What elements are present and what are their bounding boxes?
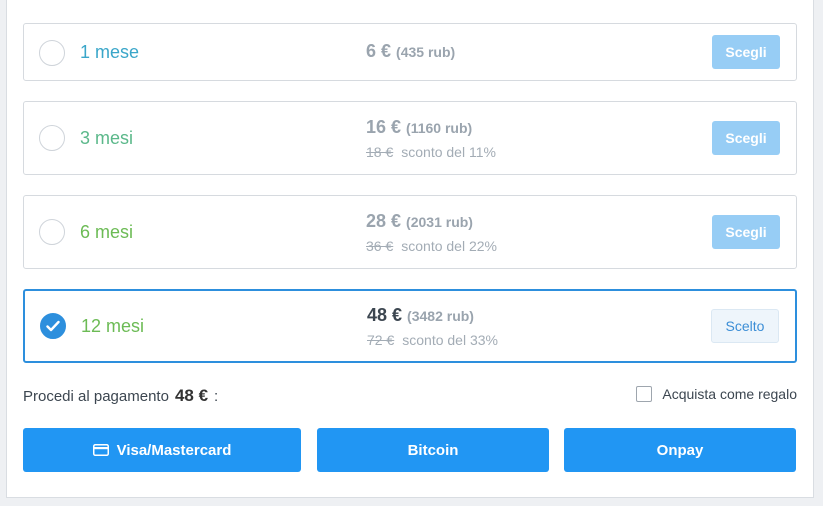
plan-option-6-months[interactable]: 6 mesi 28 € (2031 rub) 36 € sconto del 22%… <box>23 195 797 269</box>
plan-option-1-month[interactable]: 1 mese 6 € (435 rub) Scegli <box>23 23 797 81</box>
choose-button[interactable]: Scegli <box>712 121 780 155</box>
plan-option-3-months[interactable]: 3 mesi 16 € (1160 rub) 18 € sconto del 11%… <box>23 101 797 175</box>
pay-bitcoin-button[interactable]: Bitcoin <box>317 428 549 472</box>
plan-name: 3 mesi <box>80 128 134 148</box>
credit-card-icon <box>92 444 109 456</box>
pay-button-label: Visa/Mastercard <box>116 441 232 459</box>
price: 28 € <box>366 211 402 231</box>
checkout-suffix: : <box>214 388 219 405</box>
plan-name: 12 mesi <box>81 316 145 336</box>
choose-button[interactable]: Scegli <box>712 35 780 69</box>
chosen-button[interactable]: Scelto <box>711 309 779 343</box>
discount-text: sconto del 33% <box>402 332 498 348</box>
pay-button-label: Onpay <box>656 441 704 459</box>
old-price: 18 € <box>366 144 394 160</box>
plan-name: 1 mese <box>80 42 140 62</box>
discount-text: sconto del 11% <box>401 144 496 160</box>
gift-option[interactable]: Acquista come regalo <box>636 386 797 402</box>
checkmark-icon <box>46 320 60 332</box>
price-rub: (1160 rub) <box>406 120 473 136</box>
plan-radio[interactable] <box>39 125 65 151</box>
choose-button[interactable]: Scegli <box>712 215 780 249</box>
plan-radio[interactable] <box>39 40 65 66</box>
checkout-label: Procedi al pagamento <box>23 388 169 405</box>
discount-text: sconto del 22% <box>401 238 497 254</box>
price-block: 16 € (1160 rub) 18 € sconto del 11% <box>366 117 496 160</box>
price-rub: (3482 rub) <box>407 308 474 324</box>
price: 16 € <box>366 117 402 137</box>
pay-button-label: Bitcoin <box>407 441 459 459</box>
gift-checkbox[interactable] <box>636 386 653 402</box>
price-rub: (435 rub) <box>396 44 456 60</box>
plan-option-12-months[interactable]: 12 mesi 48 € (3482 rub) 72 € sconto del 33… <box>23 289 797 363</box>
pay-visa-mastercard-button[interactable]: Visa/Mastercard <box>23 428 301 472</box>
checkout-amount: 48 € <box>174 386 209 405</box>
checkout-summary: Procedi al pagamento 48 €: <box>23 386 218 406</box>
plan-name: 6 mesi <box>80 222 134 242</box>
plan-radio[interactable] <box>39 219 65 245</box>
price: 6 € <box>366 41 392 61</box>
price-rub: (2031 rub) <box>406 214 473 230</box>
plan-radio-checked[interactable] <box>40 313 66 339</box>
price-block: 28 € (2031 rub) 36 € sconto del 22% <box>366 211 497 254</box>
pay-onpay-button[interactable]: Onpay <box>564 428 796 472</box>
gift-label[interactable]: Acquista come regalo <box>662 386 797 402</box>
price-block: 48 € (3482 rub) 72 € sconto del 33% <box>367 305 498 348</box>
price-block: 6 € (435 rub) <box>366 41 455 62</box>
price: 48 € <box>367 305 403 325</box>
old-price: 72 € <box>367 332 395 348</box>
old-price: 36 € <box>366 238 394 254</box>
subscription-panel: 1 mese 6 € (435 rub) Scegli 3 mesi 16 € (1… <box>6 0 814 498</box>
